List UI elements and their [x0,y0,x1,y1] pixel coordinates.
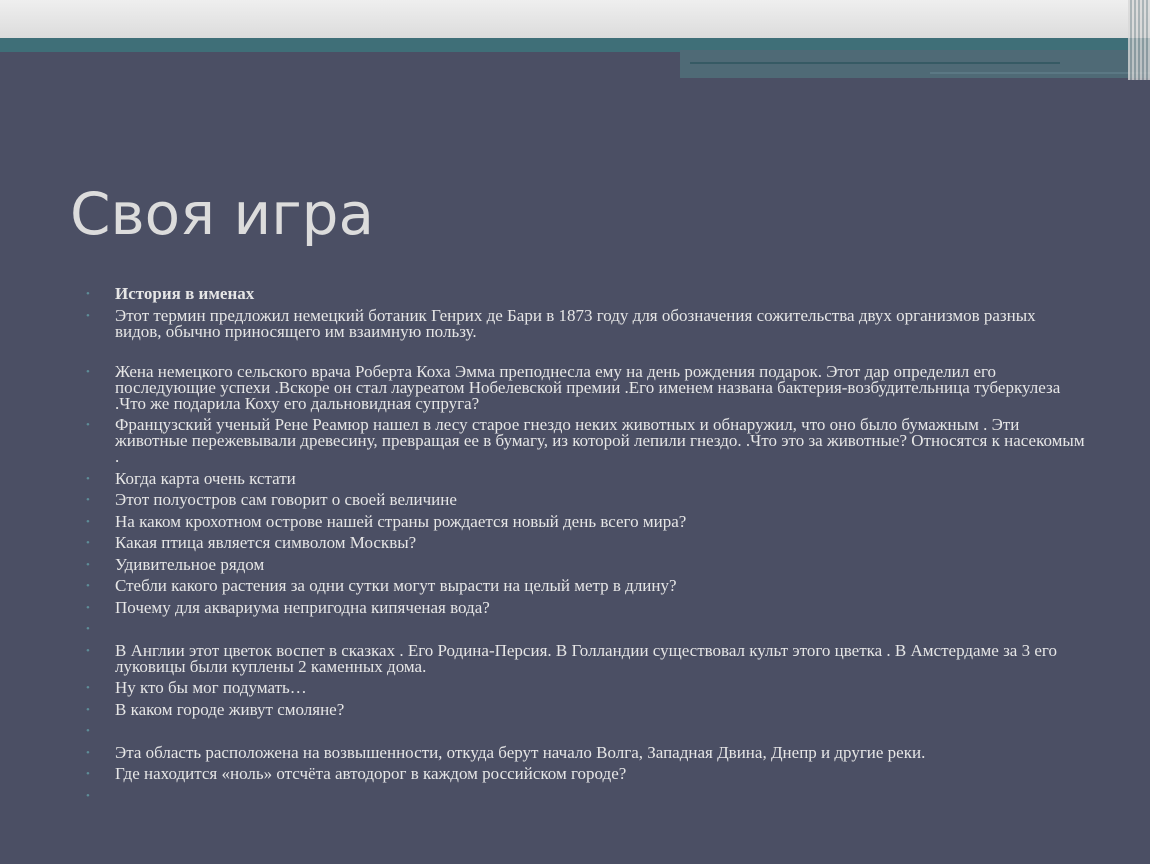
item-text: Этот полуостров сам говорит о своей вели… [115,490,457,509]
item-text: В Англии этот цветок воспет в сказках . … [115,640,1057,676]
item-text: Где находится «ноль» отсчёта автодорог в… [115,764,627,783]
list-item: • История в именах [86,284,1086,303]
list-item: • Почему для аквариума непригодна кипячен… [86,597,1086,617]
list-item: • [86,788,1086,804]
list-item: • Ну кто бы мог подумать… [86,678,1086,697]
bullet-icon: • [86,309,90,322]
item-text: Когда карта очень кстати [115,468,296,488]
item-text: Почему для аквариума непригодна кипячена… [115,597,490,617]
bullet-icon: • [86,768,90,780]
bullet-list: • История в именах • Этот термин предложил… [86,284,1086,809]
list-item: • Какая птица является символом Москвы? [86,533,1086,552]
item-text: Этот термин предложил немецкий ботаник Г… [115,305,1036,341]
list-item: • Где находится «ноль» отсчёта автодорог … [86,764,1086,783]
bullet-icon: • [86,288,90,300]
item-text: Удивительное рядом [115,554,265,574]
bullet-icon: • [86,789,90,802]
bullet-icon: • [86,580,90,592]
bullet-icon: • [86,746,90,759]
accent-line-secondary [930,72,1150,74]
list-item: • Эта область расположена на возвышенност… [86,742,1086,762]
list-item: • Удивительное рядом [86,554,1086,574]
bullet-icon: • [86,623,90,635]
list-item: • Стебли какого растения за одни сутки мо… [86,576,1086,595]
top-bar [0,0,1150,38]
bullet-icon: • [86,472,90,485]
item-text: Стебли какого растения за одни сутки мог… [115,576,677,595]
bullet-icon: • [86,558,90,571]
section-heading: История в именах [115,284,255,303]
item-text: Жена немецкого сельского врача Роберта К… [115,361,1061,413]
list-item: • Жена немецкого сельского врача Роберта … [86,361,1086,413]
list-item: • На каком крохотном острове нашей страны… [86,511,1086,531]
list-item: • В каком городе живут смоляне? [86,699,1086,719]
list-item: • Французский ученый Рене Реамюр нашел в … [86,415,1086,466]
list-item: • Этот полуостров сам говорит о своей вел… [86,490,1086,509]
bullet-icon: • [86,725,90,737]
accent-line [690,62,1060,64]
bullet-icon: • [86,494,90,506]
bullet-icon: • [86,537,90,549]
list-item: • В Англии этот цветок воспет в сказках .… [86,640,1086,676]
list-item: • Когда карта очень кстати [86,468,1086,488]
decorative-edge [1128,0,1150,80]
bullet-icon: • [86,365,90,378]
slide-title: Своя игра [70,180,375,248]
item-text: Ну кто бы мог подумать… [115,678,307,697]
item-text: Эта область расположена на возвышенности… [115,742,926,762]
item-text: Какая птица является символом Москвы? [115,533,417,552]
bullet-icon: • [86,419,90,431]
bullet-icon: • [86,682,90,694]
bullet-icon: • [86,601,90,614]
list-item: • [86,723,1086,739]
item-text: Французский ученый Рене Реамюр нашел в л… [115,415,1085,466]
bullet-icon: • [86,703,90,716]
list-item: • Этот термин предложил немецкий ботаник … [86,305,1086,341]
item-text: В каком городе живут смоляне? [115,699,345,719]
bullet-icon: • [86,515,90,528]
item-text: На каком крохотном острове нашей страны … [115,511,687,531]
list-item: • [86,621,1086,637]
bullet-icon: • [86,644,90,657]
